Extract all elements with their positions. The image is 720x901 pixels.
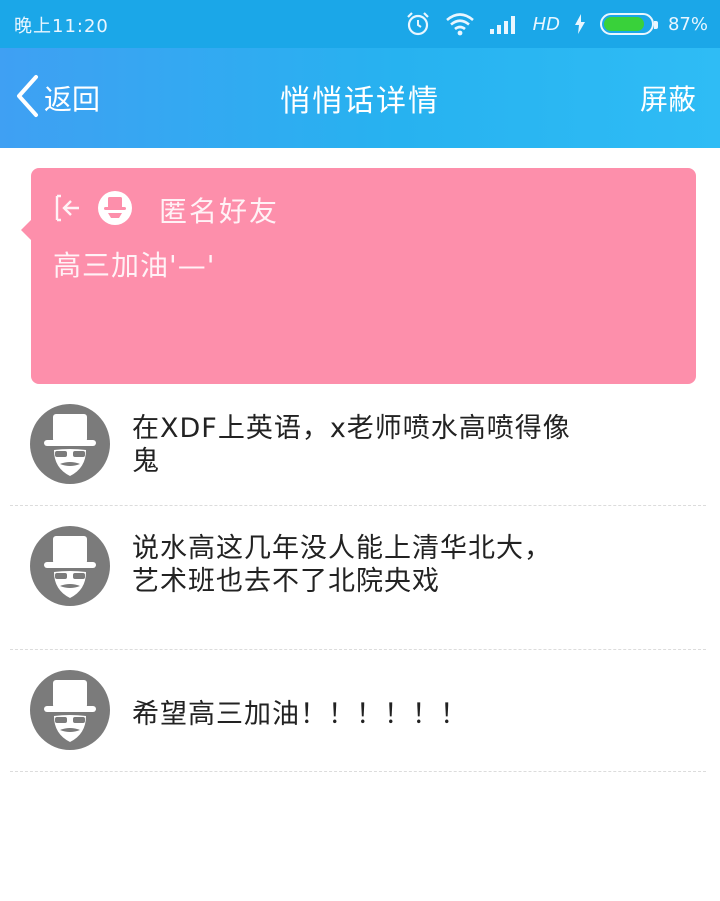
- comment-text: 在XDF上英语，x老师喷水高喷得像鬼: [132, 413, 571, 477]
- header-bar: 返回 悄悄话详情 屏蔽: [0, 48, 720, 148]
- block-button[interactable]: 屏蔽: [640, 78, 696, 118]
- wifi-icon: [445, 12, 475, 36]
- anonymous-avatar-icon: [30, 670, 110, 750]
- status-bar: 晚上11:20 HD 87%: [0, 0, 720, 48]
- message-text: 高三加油'—': [53, 249, 216, 282]
- message-card: 匿名好友 高三加油'—': [21, 168, 696, 384]
- comment-item: 希望高三加油！！！！！！: [10, 650, 706, 772]
- sender-name: 匿名好友: [159, 195, 280, 228]
- status-icons: HD 87%: [405, 10, 708, 38]
- comment-text: 说水高这几年没人能上清华北大，艺术班也去不了北院央戏: [132, 533, 552, 597]
- reply-arrow-icon[interactable]: [51, 193, 83, 227]
- anonymous-avatar-icon: [97, 190, 133, 230]
- charging-icon: [574, 14, 586, 34]
- message-header: 匿名好友: [51, 190, 279, 230]
- comment-item: 说水高这几年没人能上清华北大，艺术班也去不了北院央戏: [10, 506, 706, 650]
- status-time: 晚上11:20: [14, 16, 109, 37]
- anonymous-avatar-icon: [30, 526, 110, 606]
- page-title: 悄悄话详情: [280, 84, 440, 119]
- battery-percent: 87%: [667, 13, 708, 35]
- network-type: HD: [532, 13, 560, 35]
- signal-icon: [489, 13, 519, 35]
- anonymous-avatar-icon: [30, 404, 110, 484]
- battery-icon: [599, 13, 658, 35]
- alarm-icon: [405, 11, 431, 37]
- comment-item: 在XDF上英语，x老师喷水高喷得像鬼: [10, 384, 706, 506]
- comment-text: 希望高三加油！！！！！！: [132, 699, 468, 730]
